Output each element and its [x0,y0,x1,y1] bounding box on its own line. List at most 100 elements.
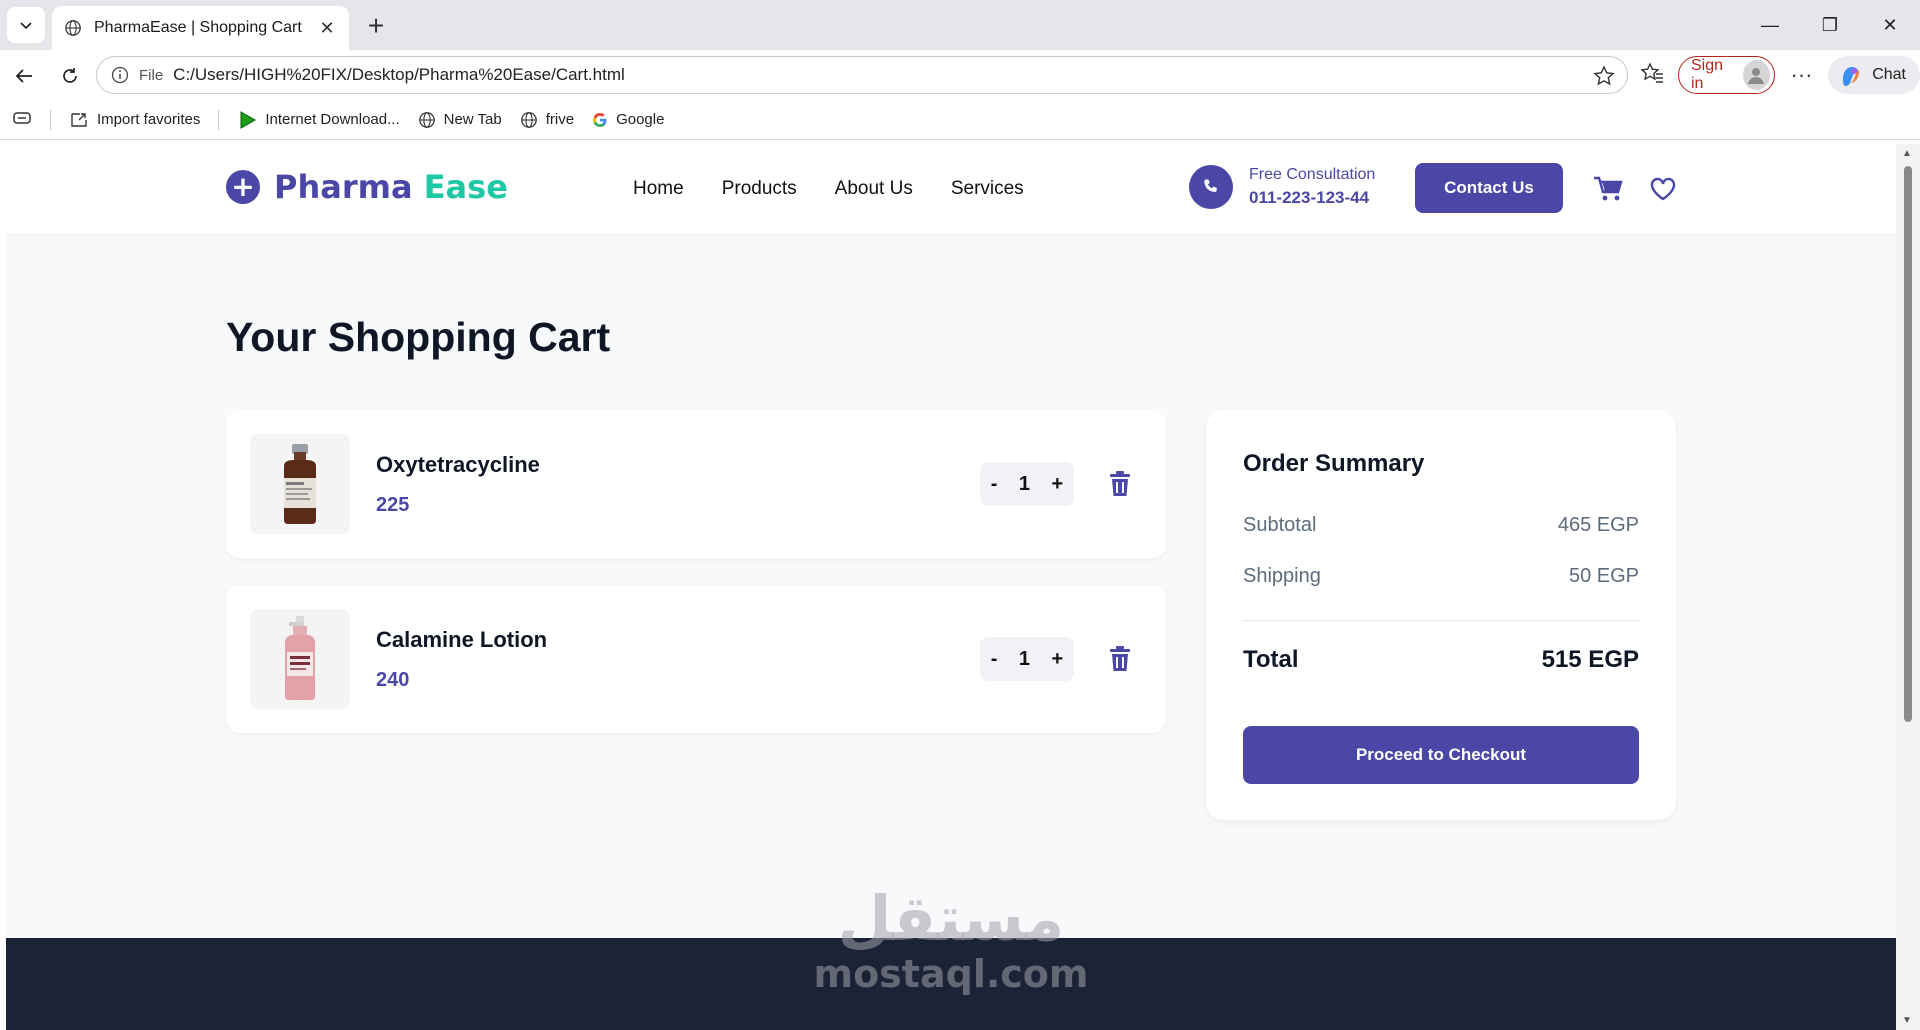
fav-google[interactable]: Google [592,111,664,128]
fav-label: frive [545,111,575,128]
fav-frive[interactable]: frive [520,111,574,129]
order-summary-title: Order Summary [1243,450,1425,477]
url-text[interactable]: C:/Users/HIGH%20FIX/Desktop/Pharma%20Eas… [173,65,625,85]
tab-title: PharmaEase | Shopping Cart [94,19,302,36]
product-name: Calamine Lotion [376,627,548,652]
copilot-chat-button[interactable]: Chat [1828,56,1920,94]
free-consultation[interactable]: Free Consultation 011-223-123-44 [1189,165,1375,209]
fav-label: Internet Download... [265,111,400,128]
product-price: 240 [376,669,410,691]
file-scheme-label: File [139,66,164,84]
globe-icon [418,111,435,128]
chat-label: Chat [1872,66,1906,83]
restore-button[interactable]: ❐ [1800,0,1860,50]
reload-icon [63,68,77,83]
product-image-calamine-lotion [250,609,350,709]
heart-icon[interactable] [1648,174,1678,204]
fav-import-favorites[interactable]: Import favorites [69,111,200,129]
sign-in-button[interactable]: Sign in [1678,56,1775,94]
arrow-left-icon [15,69,32,83]
scrollbar-thumb[interactable] [1904,166,1912,722]
fav-internet-download[interactable]: Internet Download... [237,110,400,130]
reading-list-icon[interactable] [12,108,32,132]
scroll-down-icon[interactable]: ▼ [1902,1015,1912,1026]
nav-products[interactable]: Products [722,178,797,200]
page-scrollbar[interactable]: ▲ ▼ [1896,144,1920,1030]
tab-actions-button[interactable] [7,7,45,43]
nav-services[interactable]: Services [951,178,1024,200]
toolbar-right: Sign in ··· Chat [1640,56,1920,94]
close-tab-icon[interactable]: ✕ [317,18,337,39]
site-header: + Pharma Ease Home Products About Us Ser… [6,144,1896,234]
address-bar[interactable]: File C:/Users/HIGH%20FIX/Desktop/Pharma%… [96,56,1628,94]
subtotal-value: 465 EGP [1557,514,1639,536]
favorites-separator [50,109,51,130]
fav-new-tab[interactable]: New Tab [418,111,502,129]
product-image-oxytetracycline [250,434,350,534]
reload-button[interactable] [56,62,84,90]
decrease-qty-button[interactable]: - [991,473,998,496]
trash-icon[interactable] [1108,470,1132,498]
phone-icon [1189,165,1233,209]
cart-item: Oxytetracycline 225 - 1 + [226,410,1166,558]
fav-label: Google [616,111,665,128]
plus-circle-icon: + [226,170,260,204]
google-icon [593,112,607,127]
scroll-up-icon[interactable]: ▲ [1902,148,1912,159]
new-tab-button[interactable]: + [362,10,390,41]
decrease-qty-button[interactable]: - [991,648,998,671]
import-icon [71,112,87,127]
fav-label: Import favorites [97,111,201,128]
profile-avatar-icon [1742,60,1770,90]
fav-label: New Tab [443,111,502,128]
total-row: Total 515 EGP [1243,646,1639,674]
browser-tab-active[interactable]: PharmaEase | Shopping Cart ✕ [52,6,349,50]
contact-us-button[interactable]: Contact Us [1415,163,1563,213]
globe-icon [65,20,81,36]
globe-icon [520,111,537,128]
quantity-stepper: - 1 + [980,462,1074,506]
info-icon [111,66,129,84]
page-title: Your Shopping Cart [226,314,611,360]
shipping-row: Shipping 50 EGP [1243,565,1639,588]
more-options-icon[interactable]: ··· [1789,62,1814,88]
site-logo[interactable]: + Pharma Ease [226,168,508,206]
close-window-button[interactable]: ✕ [1860,0,1920,50]
browser-toolbar: File C:/Users/HIGH%20FIX/Desktop/Pharma%… [0,50,1920,100]
nav-home[interactable]: Home [633,178,684,200]
consultation-phone: 011-223-123-44 [1249,188,1370,207]
order-summary: Order Summary Subtotal 465 EGP Shipping … [1206,410,1676,820]
minimize-button[interactable]: — [1740,0,1800,50]
nav-about-us[interactable]: About Us [835,178,913,200]
window-controls: — ❐ ✕ [1740,0,1920,50]
increase-qty-button[interactable]: + [1052,473,1064,496]
copilot-icon [1843,67,1860,86]
main-nav: Home Products About Us Services [633,178,1024,200]
total-label: Total [1243,646,1299,673]
favorites-separator [218,109,220,130]
back-button[interactable] [10,62,38,90]
browser-tabstrip: PharmaEase | Shopping Cart ✕ + — ❐ ✕ [0,0,1920,50]
star-icon[interactable] [1593,65,1615,92]
favorites-star-icon[interactable] [1640,61,1664,90]
qty-value: 1 [1018,472,1031,495]
total-value: 515 EGP [1541,646,1639,673]
subtotal-label: Subtotal [1243,514,1317,536]
logo-text-ease: Ease [423,168,508,206]
favorites-bar: Import favorites Internet Download... Ne… [0,100,1920,140]
consultation-label: Free Consultation [1249,166,1376,183]
product-price: 225 [376,494,410,516]
sign-in-label: Sign in [1691,57,1724,92]
product-name: Oxytetracycline [376,452,540,477]
increase-qty-button[interactable]: + [1052,648,1064,671]
summary-divider [1243,620,1639,621]
idm-play-icon [240,110,257,129]
trash-icon[interactable] [1108,645,1132,673]
shipping-value: 50 EGP [1568,565,1639,587]
quantity-stepper: - 1 + [980,637,1074,681]
qty-value: 1 [1018,647,1031,670]
logo-text-pharma: Pharma [274,168,413,206]
cart-icon[interactable] [1593,174,1623,204]
page-viewport: + Pharma Ease Home Products About Us Ser… [6,144,1896,1030]
proceed-to-checkout-button[interactable]: Proceed to Checkout [1243,726,1639,784]
